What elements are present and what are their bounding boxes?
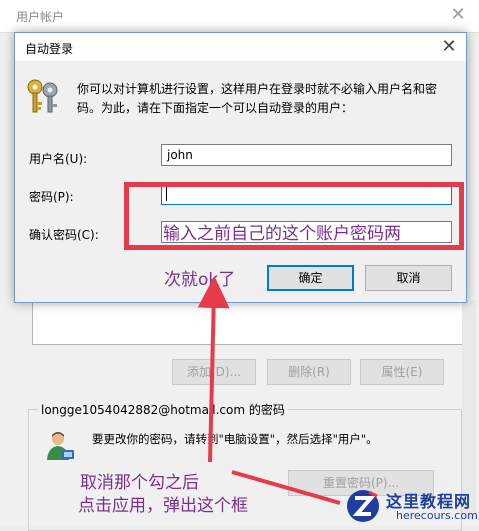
annotation-bottom-line1: 取消那个勾之后 [80,473,199,493]
scrollbar[interactable] [462,300,476,520]
watermark-logo [345,487,381,525]
user-icon [44,430,76,462]
password-group-title: longge1054042882@hotmail.com 的密码 [38,401,288,418]
user-accounts-title: 用户帐户 [16,10,65,24]
user-accounts-titlebar [0,0,479,33]
remove-button[interactable]: 删除(R) [267,359,351,385]
username-label: 用户名(U): [29,152,88,166]
username-field[interactable]: john [161,144,452,166]
dialog-description: 你可以对计算机进行设置，这样用户在登录时就不必输入用户名和密码。为此，请在下面指… [77,82,438,115]
annotation-bottom-line2: 点击应用，弹出这个框 [78,496,248,516]
ok-button[interactable]: 确定 [267,265,354,291]
password-label: 密码(P): [29,190,74,204]
dialog-titlebar [15,33,466,61]
keys-icon [25,78,63,114]
close-icon[interactable]: ✕ [435,35,463,59]
users-list[interactable] [32,300,464,345]
properties-button[interactable]: 属性(E) [360,359,444,385]
close-icon[interactable]: ✕ [446,4,470,26]
watermark-url: herecours.com [396,509,478,522]
confirm-password-label: 确认密码(C): [29,228,99,242]
dialog-title: 自动登录 [25,42,74,56]
annotation-confirm-note: 输入之前自己的这个账户密码两 [163,224,401,244]
password-hint: 要更改你的密码，请转到"电脑设置"，然后选择"用户"。 [92,432,378,446]
cancel-button[interactable]: 取消 [365,265,452,291]
annotation-ok-note: 次就ok了 [164,270,236,290]
add-button[interactable]: 添加(D)... [172,359,256,385]
auto-logon-dialog: 自动登录 ✕ 你可以对计算机进行设置，这样用户在登录时就不必输入用户名和密码。为… [14,32,467,303]
